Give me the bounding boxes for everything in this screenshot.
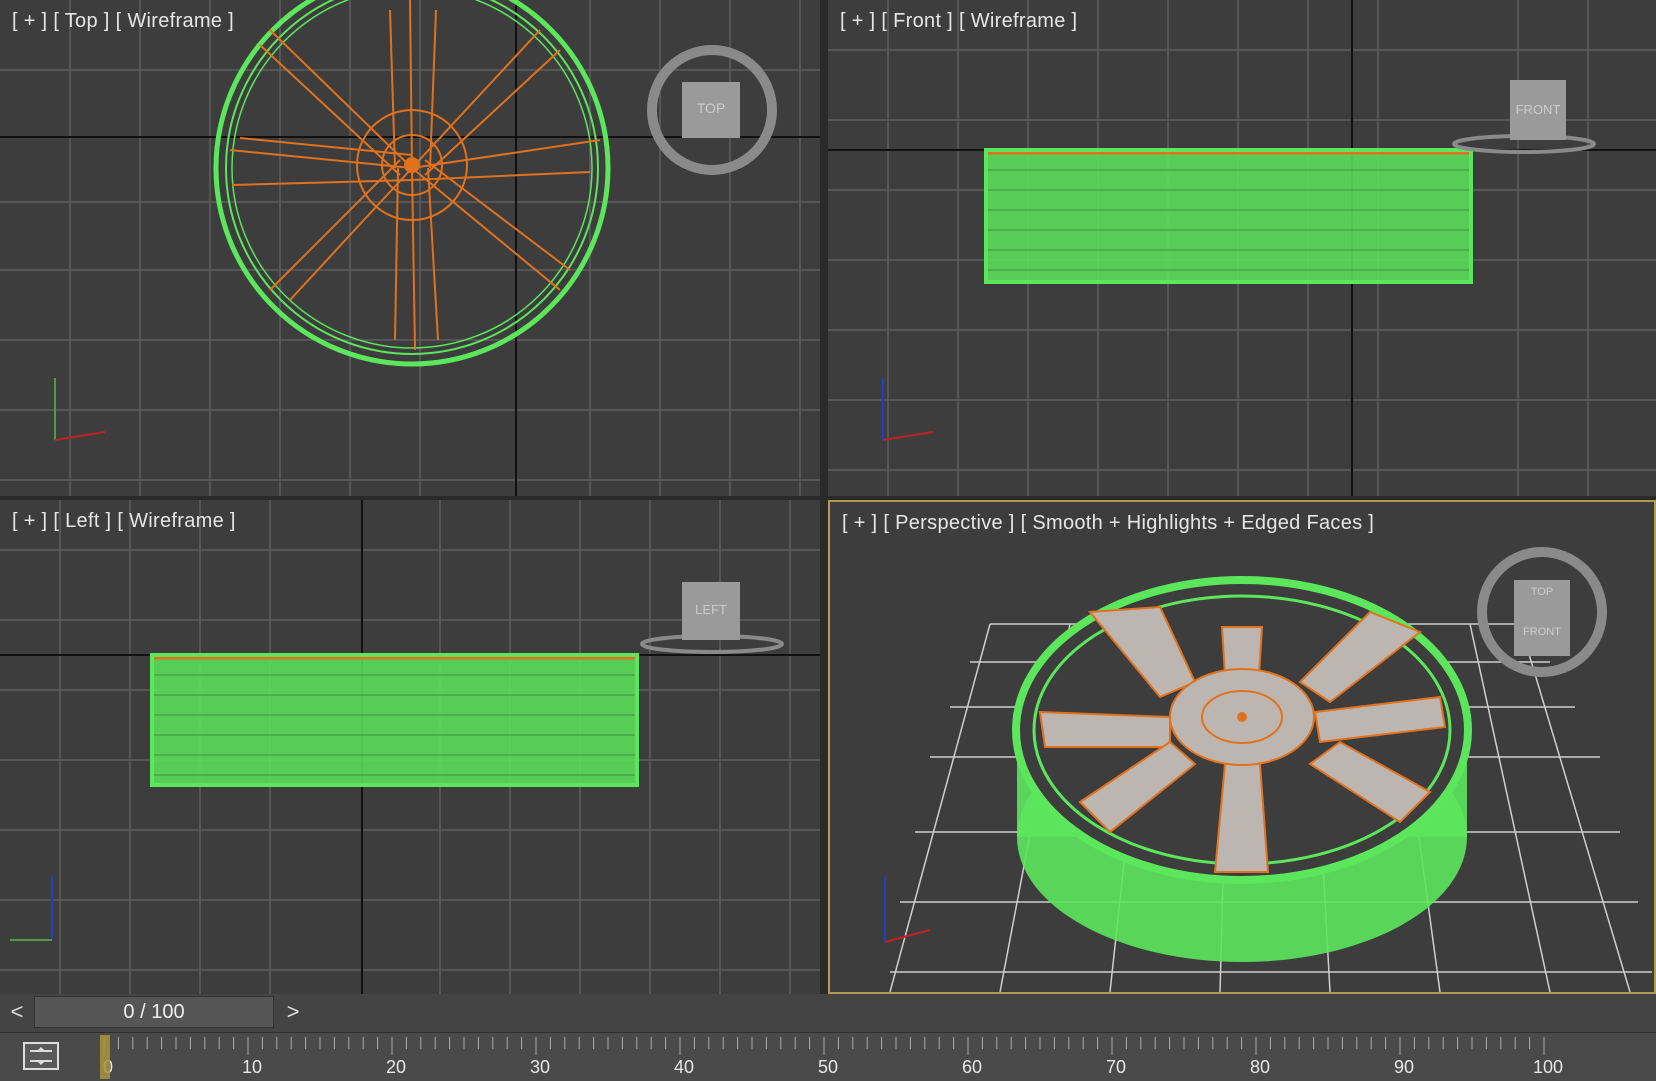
viewport-menu-button[interactable]: [ + ] — [842, 512, 877, 534]
timeline-tick-label: 90 — [1394, 1057, 1414, 1077]
timeline-tick-label: 40 — [674, 1057, 694, 1077]
timeline-tick-label: 80 — [1250, 1057, 1270, 1077]
view-type-button[interactable]: [ Left ] — [53, 510, 111, 532]
time-slider-bar: < 0 / 100 > — [0, 994, 1656, 1032]
viewcube-left[interactable]: LEFT — [682, 602, 740, 617]
timeline-tick-label: 20 — [386, 1057, 406, 1077]
viewport-front-label[interactable]: [ + ] [ Front ] [ Wireframe ] — [840, 10, 1083, 33]
viewport-left-label[interactable]: [ + ] [ Left ] [ Wireframe ] — [12, 510, 242, 533]
viewport-left[interactable]: [ + ] [ Left ] [ Wireframe ] LEFT — [0, 500, 820, 994]
viewcube-front[interactable]: FRONT — [1510, 102, 1566, 117]
timeline-tick-label: 30 — [530, 1057, 550, 1077]
view-type-button[interactable]: [ Top ] — [53, 10, 109, 32]
timeline-tick-label: 50 — [818, 1057, 838, 1077]
view-type-button[interactable]: [ Front ] — [881, 10, 953, 32]
timeline-tick-label: 70 — [1106, 1057, 1126, 1077]
prev-frame-button[interactable]: < — [2, 997, 32, 1027]
viewport-top-label[interactable]: [ + ] [ Top ] [ Wireframe ] — [12, 10, 240, 33]
viewport-perspective[interactable]: [ + ] [ Perspective ] [ Smooth + Highlight… — [828, 500, 1656, 994]
viewport-perspective-scene — [884, 547, 1652, 992]
viewport-top[interactable]: [ + ] [ Top ] [ Wireframe ] TOP — [0, 0, 820, 496]
viewport-menu-button[interactable]: [ + ] — [840, 10, 875, 32]
viewport-top-scene — [0, 0, 820, 496]
timeline-tick-label: 60 — [962, 1057, 982, 1077]
viewcube-top[interactable]: TOP — [682, 100, 740, 116]
time-slider-thumb[interactable]: 0 / 100 — [34, 996, 274, 1028]
timeline-ruler: 0102030405060708090100 — [100, 1035, 1563, 1079]
view-type-button[interactable]: [ Perspective ] — [883, 512, 1014, 534]
next-frame-button[interactable]: > — [278, 997, 308, 1027]
timeline-track[interactable]: 0102030405060708090100 — [0, 1032, 1656, 1081]
viewport-front[interactable]: [ + ] [ Front ] [ Wireframe ] FRONT — [828, 0, 1656, 496]
timeline-tick-label: 100 — [1533, 1057, 1563, 1077]
shading-mode-button[interactable]: [ Wireframe ] — [116, 10, 234, 32]
shading-mode-button[interactable]: [ Smooth + Highlights + Edged Faces ] — [1021, 512, 1375, 534]
viewport-menu-button[interactable]: [ + ] — [12, 10, 47, 32]
viewport-menu-button[interactable]: [ + ] — [12, 510, 47, 532]
shading-mode-button[interactable]: [ Wireframe ] — [959, 10, 1077, 32]
viewport-front-scene — [828, 0, 1656, 496]
current-frame-marker[interactable] — [100, 1035, 110, 1079]
timeline-tick-label: 10 — [242, 1057, 262, 1077]
viewport-perspective-label[interactable]: [ + ] [ Perspective ] [ Smooth + Highlight… — [842, 512, 1380, 535]
viewcube-perspective-front[interactable]: FRONT — [1514, 626, 1570, 638]
viewcube-perspective-top[interactable]: TOP — [1514, 586, 1570, 598]
shading-mode-button[interactable]: [ Wireframe ] — [117, 510, 235, 532]
viewport-left-scene — [0, 500, 820, 994]
